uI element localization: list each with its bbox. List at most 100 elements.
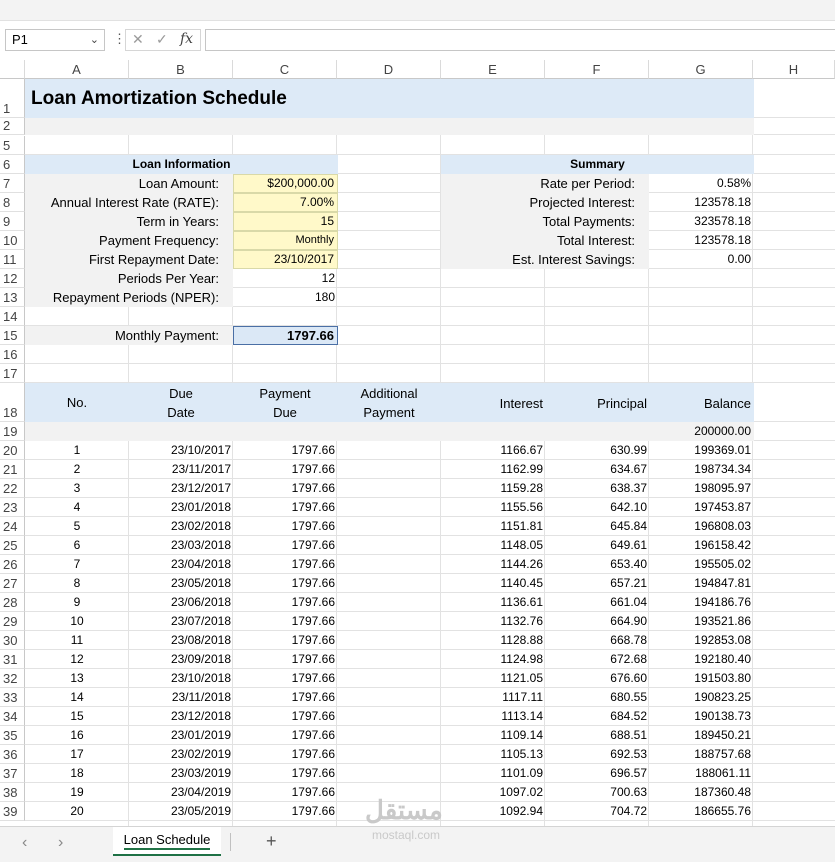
- tab-loan-schedule[interactable]: Loan Schedule: [113, 827, 221, 856]
- monthly-payment-value[interactable]: 1797.66: [233, 326, 338, 345]
- cell-no: 1: [73, 443, 81, 457]
- row-header[interactable]: 36: [0, 745, 25, 764]
- cell-due-date: 23/02/2019: [170, 747, 231, 761]
- column-header-c[interactable]: C: [233, 60, 337, 79]
- cell-interest: 1155.56: [500, 500, 544, 514]
- row-number: 24: [3, 519, 18, 534]
- row-header[interactable]: 11: [0, 250, 25, 269]
- row-header[interactable]: 19: [0, 422, 25, 441]
- row-header[interactable]: 30: [0, 631, 25, 650]
- cell-due-date: 23/11/2018: [171, 690, 231, 704]
- row-header[interactable]: 6: [0, 155, 25, 174]
- cell-principal: 668.78: [610, 633, 647, 647]
- loan-input-cell[interactable]: 23/10/2017: [233, 250, 338, 269]
- row-header[interactable]: 34: [0, 707, 25, 726]
- row-number: 31: [3, 652, 18, 667]
- row-header[interactable]: 23: [0, 498, 25, 517]
- cell-no: 20: [70, 804, 84, 818]
- cancel-icon[interactable]: ✕: [132, 31, 144, 48]
- summary-label: Rate per Period:: [540, 176, 635, 191]
- formula-input[interactable]: [205, 29, 835, 51]
- row-header[interactable]: 13: [0, 288, 25, 307]
- cell-due-date: 23/01/2018: [170, 500, 231, 514]
- summary-label: Est. Interest Savings:: [512, 252, 635, 267]
- loan-info-label: Term in Years:: [136, 214, 219, 229]
- name-box[interactable]: P1 ⌄: [5, 29, 105, 51]
- row-header[interactable]: 9: [0, 212, 25, 231]
- row-number: 39: [3, 804, 18, 819]
- row-header[interactable]: 22: [0, 479, 25, 498]
- loan-input-cell[interactable]: Monthly: [233, 231, 338, 250]
- row-header[interactable]: 24: [0, 517, 25, 536]
- chevron-down-icon[interactable]: ⌄: [90, 30, 99, 50]
- row-header[interactable]: 12: [0, 269, 25, 288]
- row-header[interactable]: 37: [0, 764, 25, 783]
- row-header[interactable]: 35: [0, 726, 25, 745]
- loan-info-label: Periods Per Year:: [117, 271, 219, 286]
- row-header[interactable]: 14: [0, 307, 25, 326]
- cell-principal: 649.61: [610, 538, 647, 552]
- row-number: 29: [3, 614, 18, 629]
- row-header[interactable]: 10: [0, 231, 25, 250]
- row-header[interactable]: 27: [0, 574, 25, 593]
- loan-input-cell[interactable]: 7.00%: [233, 193, 338, 212]
- column-header-g[interactable]: G: [649, 60, 753, 79]
- col-header-no: No.: [66, 395, 88, 410]
- column-header-b[interactable]: B: [129, 60, 233, 79]
- cell-principal: 680.55: [610, 690, 647, 704]
- row-header[interactable]: 32: [0, 669, 25, 688]
- cell-principal: 653.40: [610, 557, 647, 571]
- cell-balance: 188757.68: [694, 747, 751, 761]
- loan-info-label: Loan Amount:: [138, 176, 219, 191]
- col-header-additional-1: Additional: [360, 386, 418, 401]
- column-header-h[interactable]: H: [753, 60, 835, 79]
- row-header[interactable]: 38: [0, 783, 25, 802]
- row-header[interactable]: 21: [0, 460, 25, 479]
- row-header[interactable]: 33: [0, 688, 25, 707]
- column-header-d[interactable]: D: [337, 60, 441, 79]
- row-header[interactable]: 20: [0, 441, 25, 460]
- cell-no: 14: [70, 690, 84, 704]
- cell-due-date: 23/10/2018: [170, 671, 231, 685]
- row-header[interactable]: 5: [0, 136, 25, 155]
- cell-no: 7: [73, 557, 81, 571]
- cell-payment-due: 1797.66: [291, 766, 335, 780]
- cell-principal: 672.68: [610, 652, 647, 666]
- row-header[interactable]: 2: [0, 118, 25, 135]
- chevron-right-icon[interactable]: ›: [58, 834, 63, 852]
- cell-interest: 1151.81: [500, 519, 544, 533]
- row-header[interactable]: 16: [0, 345, 25, 364]
- row-header[interactable]: 26: [0, 555, 25, 574]
- row-number: 6: [3, 157, 11, 172]
- row-header[interactable]: 7: [0, 174, 25, 193]
- watermark-url: mostaql.com: [372, 828, 441, 842]
- add-sheet-icon[interactable]: +: [266, 831, 277, 852]
- row-header[interactable]: 29: [0, 612, 25, 631]
- row-header[interactable]: 8: [0, 193, 25, 212]
- cell-no: 3: [73, 481, 81, 495]
- column-header-e[interactable]: E: [441, 60, 545, 79]
- cell-payment-due: 1797.66: [291, 519, 335, 533]
- column-header-a[interactable]: A: [25, 60, 129, 79]
- cell-due-date: 23/05/2019: [170, 804, 231, 818]
- loan-input-cell[interactable]: 15: [233, 212, 338, 231]
- insert-function-icon[interactable]: fx: [180, 31, 193, 47]
- row-header[interactable]: 18: [0, 383, 25, 422]
- chevron-left-icon[interactable]: ‹: [22, 834, 27, 852]
- select-all-corner[interactable]: [0, 60, 25, 79]
- row-header[interactable]: 25: [0, 536, 25, 555]
- row-number: 1: [3, 101, 11, 116]
- cell-no: 18: [70, 766, 84, 780]
- loan-info-label: Repayment Periods (NPER):: [52, 290, 219, 305]
- loan-input-cell[interactable]: $200,000.00: [233, 174, 338, 193]
- row-header[interactable]: 17: [0, 364, 25, 383]
- row-header[interactable]: 1: [0, 79, 25, 118]
- cell-payment-due: 1797.66: [291, 671, 335, 685]
- check-icon[interactable]: ✓: [156, 31, 168, 48]
- column-header-f[interactable]: F: [545, 60, 649, 79]
- row-header[interactable]: 28: [0, 593, 25, 612]
- row-header[interactable]: 15: [0, 326, 25, 345]
- cell-principal: 696.57: [610, 766, 647, 780]
- row-header[interactable]: 39: [0, 802, 25, 821]
- row-header[interactable]: 31: [0, 650, 25, 669]
